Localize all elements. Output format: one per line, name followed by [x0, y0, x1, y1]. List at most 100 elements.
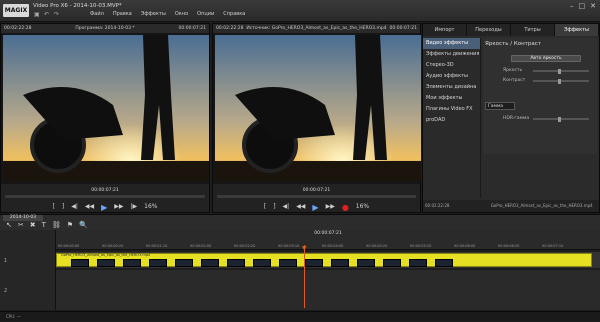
- hdr-gamma-label: HDR-гамма: [503, 116, 530, 121]
- playhead[interactable]: [304, 245, 305, 308]
- program-scrubber[interactable]: [5, 195, 205, 198]
- effect-audio[interactable]: Аудио эффекты: [423, 71, 480, 82]
- auto-brightness-button[interactable]: Авто яркость: [511, 55, 581, 62]
- mark-in-icon[interactable]: [: [264, 203, 266, 212]
- clip-thumbnail: [201, 259, 219, 267]
- mark-in-icon[interactable]: [: [53, 203, 55, 212]
- prev-frame-icon[interactable]: ◀|: [71, 203, 78, 212]
- hdr-gamma-slider[interactable]: [533, 117, 589, 122]
- play-icon[interactable]: ▶: [312, 203, 318, 212]
- rewind-icon[interactable]: ◀◀: [85, 203, 94, 212]
- program-video-frame[interactable]: [3, 35, 209, 181]
- source-controls: 00:00:07:21 [ ] ◀| ◀◀ ▶ ▶▶ ● 16%: [213, 184, 420, 212]
- timeline-timecode: 00:00:07:21: [314, 231, 342, 236]
- effect-prodad[interactable]: proDAD: [423, 115, 480, 126]
- effect-motion[interactable]: Эффекты движения: [423, 49, 480, 60]
- play-icon[interactable]: ▶: [101, 203, 107, 212]
- source-zoom[interactable]: 16%: [356, 203, 369, 212]
- effect-my[interactable]: Мои эффекты: [423, 93, 480, 104]
- fast-forward-icon[interactable]: ▶▶: [114, 203, 123, 212]
- tab-transitions[interactable]: Переходы: [467, 24, 511, 36]
- tab-effects[interactable]: Эффекты: [555, 24, 599, 36]
- mark-out-icon[interactable]: ]: [273, 203, 275, 212]
- contrast-knob[interactable]: [558, 79, 562, 84]
- close-icon[interactable]: ✕: [590, 2, 596, 10]
- panel-time: 00:02:22:28: [425, 203, 450, 208]
- clip-thumbnail: [123, 259, 141, 267]
- tab-import[interactable]: Импорт: [423, 24, 467, 36]
- track-number-1: 1: [4, 258, 8, 264]
- source-scrubber[interactable]: [217, 195, 416, 198]
- source-timecode: 00:00:07:21: [302, 188, 331, 193]
- program-time-right: 00:00:07:21: [178, 26, 206, 31]
- video-track-1[interactable]: GoPro_HERO3_Almost_as_Epic_as_the_HERO3.…: [56, 252, 600, 268]
- window-controls: – □ ✕: [570, 2, 596, 10]
- menu-edit[interactable]: Правка: [113, 11, 132, 17]
- ruler-tick: 00:00:02:00: [190, 244, 212, 248]
- title-bar: MAGIX Video Pro X6 - 2014-10-03.MVP* ▣ ↶…: [0, 0, 600, 22]
- mark-out-icon[interactable]: ]: [62, 203, 64, 212]
- brightness-knob[interactable]: [558, 69, 562, 74]
- window-title: Video Pro X6 - 2014-10-03.MVP*: [33, 3, 122, 9]
- maximize-icon[interactable]: □: [579, 2, 586, 10]
- program-controls: 00:00:07:21 [ ] ◀| ◀◀ ▶ ▶▶ |▶ 16%: [1, 184, 209, 212]
- program-zoom[interactable]: 16%: [144, 203, 157, 212]
- clip-thumbnail: [357, 259, 375, 267]
- next-frame-icon[interactable]: |▶: [130, 203, 137, 212]
- brightness-slider[interactable]: [533, 69, 589, 74]
- playhead-marker-icon[interactable]: ▼: [302, 245, 307, 252]
- source-monitor: 00:02:22:28 Источник: GoPro_HERO3_Almost…: [212, 23, 421, 213]
- timeline-ruler[interactable]: 00:00:07:21 00:00:00:00 00:00:00:20 00:0…: [56, 230, 600, 250]
- app-logo: MAGIX: [3, 4, 29, 17]
- minimize-icon[interactable]: –: [570, 2, 574, 10]
- clip-thumbnail: [175, 259, 193, 267]
- effects-category-list: Видео эффекты Эффекты движения Стерео-3D…: [423, 38, 481, 198]
- gamma-select[interactable]: Гамма: [485, 102, 515, 110]
- ruler-tick: 00:00:06:20: [498, 244, 520, 248]
- track-2[interactable]: [56, 270, 600, 310]
- contrast-label: Контраст: [503, 78, 526, 83]
- source-time-right: 00:00:07:21: [389, 26, 417, 31]
- record-icon[interactable]: ●: [342, 203, 349, 212]
- menu-options[interactable]: Опции: [197, 11, 214, 17]
- clip-thumbnail: [331, 259, 349, 267]
- effect-design[interactable]: Элементы дизайна: [423, 82, 480, 93]
- program-monitor-header: 00:02:22:28 Программа: 2014-10-03 * 00:0…: [1, 24, 209, 33]
- ruler-tick: 00:00:03:10: [278, 244, 300, 248]
- ruler-tick: 00:00:04:00: [322, 244, 344, 248]
- menu-file[interactable]: Файл: [90, 11, 104, 17]
- source-video-frame[interactable]: [215, 35, 421, 181]
- clip-thumbnail: [409, 259, 427, 267]
- menu-window[interactable]: Окно: [175, 11, 188, 17]
- effect-plugins[interactable]: Плагины Video FX: [423, 104, 480, 115]
- undo-icon[interactable]: ↶: [44, 11, 49, 18]
- rewind-icon[interactable]: ◀◀: [296, 203, 305, 212]
- clip-thumbnail: [253, 259, 271, 267]
- menu-effects[interactable]: Эффекты: [141, 11, 166, 17]
- program-transport: [ ] ◀| ◀◀ ▶ ▶▶ |▶ 16%: [1, 203, 209, 212]
- status-bar: CPU: —: [0, 311, 600, 321]
- prev-frame-icon[interactable]: ◀|: [283, 203, 290, 212]
- ruler-tick: 00:00:00:20: [102, 244, 124, 248]
- track-number-2: 2: [4, 288, 8, 294]
- media-pool-panel: Импорт Переходы Титры Эффекты Видео эффе…: [422, 23, 600, 213]
- tab-titles[interactable]: Титры: [511, 24, 555, 36]
- program-timecode: 00:00:07:21: [91, 188, 119, 193]
- hdr-gamma-row: HDR-гамма: [485, 116, 595, 122]
- ruler-tick: 00:00:01:10: [146, 244, 168, 248]
- effect-stereo3d[interactable]: Стерео-3D: [423, 60, 480, 71]
- source-transport: [ ] ◀| ◀◀ ▶ ▶▶ ● 16%: [213, 203, 420, 212]
- video-clip[interactable]: GoPro_HERO3_Almost_as_Epic_as_the_HERO3.…: [56, 253, 592, 267]
- menu-help[interactable]: Справка: [223, 11, 245, 17]
- brightness-label: Яркость: [503, 68, 523, 73]
- contrast-slider[interactable]: [533, 79, 589, 84]
- save-icon[interactable]: ▣: [34, 11, 40, 18]
- panel-tabs: Импорт Переходы Титры Эффекты: [423, 24, 599, 36]
- redo-icon[interactable]: ↷: [54, 11, 59, 18]
- effect-video[interactable]: Видео эффекты: [423, 38, 480, 49]
- ruler-tick: 00:00:02:20: [234, 244, 256, 248]
- clip-thumbnail: [279, 259, 297, 267]
- hdr-gamma-knob[interactable]: [558, 117, 562, 122]
- clip-thumbnail: [305, 259, 323, 267]
- fast-forward-icon[interactable]: ▶▶: [326, 203, 335, 212]
